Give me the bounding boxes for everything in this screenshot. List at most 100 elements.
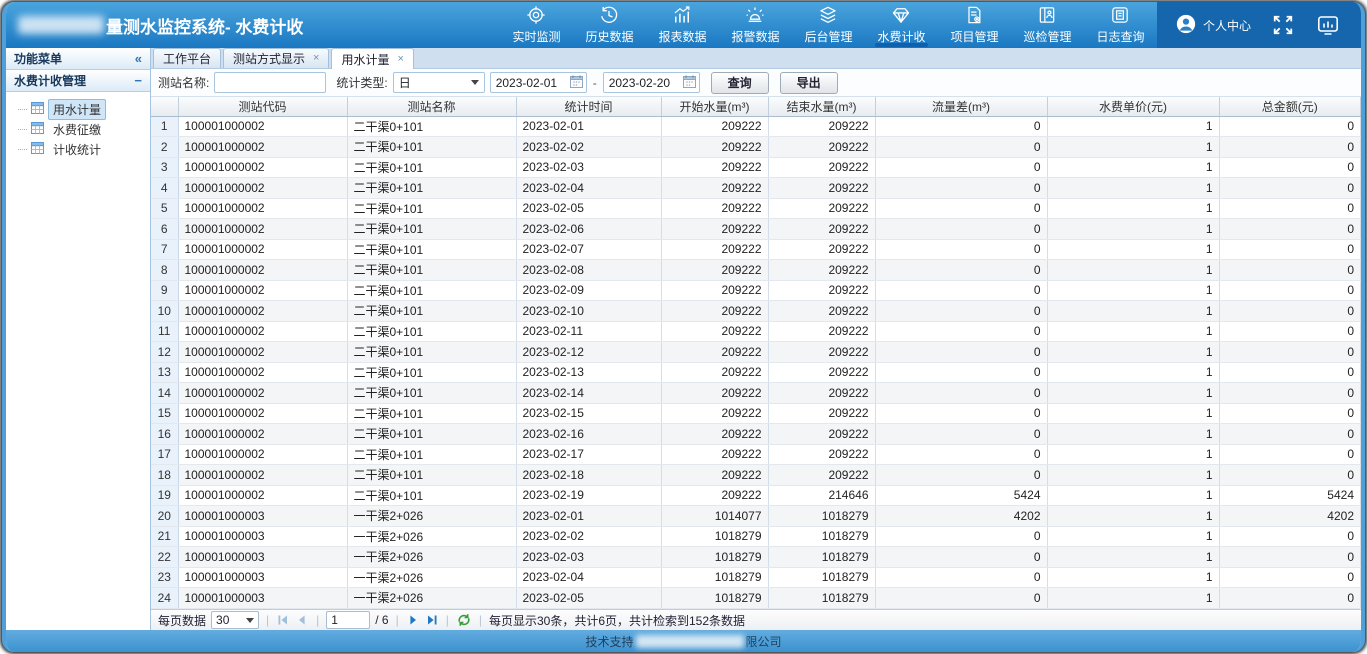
tab-station-display[interactable]: 测站方式显示 ×: [223, 48, 329, 68]
cell: 100001000002: [178, 403, 347, 424]
nav-item-admin[interactable]: 后台管理: [792, 2, 865, 48]
table-row[interactable]: 17100001000002二干渠0+1012023-02-1720922220…: [151, 444, 1361, 465]
nav-item-water-fee[interactable]: 水费计收: [865, 2, 938, 48]
cell: 100001000002: [178, 116, 347, 137]
close-icon[interactable]: ×: [397, 54, 403, 65]
table-row[interactable]: 15100001000002二干渠0+1012023-02-1520922220…: [151, 403, 1361, 424]
nav-item-inspection[interactable]: 巡检管理: [1011, 2, 1084, 48]
cell: 0: [1219, 526, 1361, 547]
page-size-select[interactable]: 30: [211, 611, 259, 629]
column-header[interactable]: 结束水量(m³): [768, 97, 875, 116]
table-row[interactable]: 11100001000002二干渠0+1012023-02-1120922220…: [151, 321, 1361, 342]
table-row[interactable]: 3100001000002二干渠0+1012023-02-03209222209…: [151, 157, 1361, 178]
table-row[interactable]: 19100001000002二干渠0+1012023-02-1920922221…: [151, 485, 1361, 506]
sidebar-collapse-icon[interactable]: «: [135, 52, 142, 65]
cell: 1: [1047, 526, 1219, 547]
dashboard-monitor-icon[interactable]: [1315, 13, 1341, 37]
search-button[interactable]: 查询: [711, 72, 769, 94]
cell: 1018279: [768, 547, 875, 568]
cell: 0: [875, 403, 1047, 424]
close-icon[interactable]: ×: [313, 53, 319, 64]
table-row[interactable]: 12100001000002二干渠0+1012023-02-1220922220…: [151, 342, 1361, 363]
cell: 1: [1047, 239, 1219, 260]
column-header[interactable]: [151, 97, 178, 116]
cell: 0: [875, 321, 1047, 342]
cell: 5424: [875, 485, 1047, 506]
cell: 1: [1047, 424, 1219, 445]
table-row[interactable]: 16100001000002二干渠0+1012023-02-1620922220…: [151, 424, 1361, 445]
diamond-icon: [891, 5, 911, 25]
table-row[interactable]: 1100001000002二干渠0+1012023-02-01209222209…: [151, 116, 1361, 137]
cell: 1: [1047, 280, 1219, 301]
table-row[interactable]: 18100001000002二干渠0+1012023-02-1820922220…: [151, 465, 1361, 486]
nav-item-reports[interactable]: 报表数据: [646, 2, 719, 48]
table-row[interactable]: 21100001000003一干渠2+0262023-02-0210182791…: [151, 526, 1361, 547]
calendar-icon: [570, 75, 583, 91]
cell: 1018279: [768, 588, 875, 609]
table-row[interactable]: 14100001000002二干渠0+1012023-02-1420922220…: [151, 383, 1361, 404]
table-row[interactable]: 4100001000002二干渠0+1012023-02-04209222209…: [151, 178, 1361, 199]
divider: |: [314, 613, 321, 627]
station-name-input[interactable]: [214, 72, 326, 93]
cell: 209222: [661, 301, 768, 322]
column-header[interactable]: 统计时间: [516, 97, 661, 116]
cell: 一干渠2+026: [347, 567, 516, 588]
column-header[interactable]: 测站名称: [347, 97, 516, 116]
table-row[interactable]: 23100001000003一干渠2+0262023-02-0410182791…: [151, 567, 1361, 588]
stat-type-select[interactable]: 日: [393, 72, 485, 93]
page-number-input[interactable]: [326, 611, 370, 629]
cell: 0: [1219, 137, 1361, 158]
collapse-minus-icon[interactable]: −: [134, 74, 142, 87]
table-row[interactable]: 5100001000002二干渠0+1012023-02-05209222209…: [151, 198, 1361, 219]
table-row[interactable]: 2100001000002二干渠0+1012023-02-02209222209…: [151, 137, 1361, 158]
table-row[interactable]: 13100001000002二干渠0+1012023-02-1320922220…: [151, 362, 1361, 383]
column-header[interactable]: 开始水量(m³): [661, 97, 768, 116]
cell: 1: [1047, 219, 1219, 240]
table-row[interactable]: 9100001000002二干渠0+1012023-02-09209222209…: [151, 280, 1361, 301]
column-header[interactable]: 流量差(m³): [875, 97, 1047, 116]
column-header[interactable]: 测站代码: [178, 97, 347, 116]
sidebar-item-fee-collection[interactable]: 水费征缴: [18, 119, 148, 139]
refresh-icon[interactable]: [456, 613, 472, 627]
tab-workbench[interactable]: 工作平台: [153, 48, 221, 68]
cell: 2023-02-14: [516, 383, 661, 404]
date-to-input[interactable]: 2023-02-20: [603, 72, 700, 93]
table-row[interactable]: 22100001000003一干渠2+0262023-02-0310182791…: [151, 547, 1361, 568]
cell: 0: [875, 260, 1047, 281]
table-row[interactable]: 6100001000002二干渠0+1012023-02-06209222209…: [151, 219, 1361, 240]
column-header[interactable]: 水费单价(元): [1047, 97, 1219, 116]
nav-item-realtime[interactable]: 实时监测: [500, 2, 573, 48]
sidebar-menu-header: 功能菜单 «: [6, 48, 150, 70]
nav-item-projects[interactable]: 项目管理: [938, 2, 1011, 48]
table-row[interactable]: 20100001000003一干渠2+0262023-02-0110140771…: [151, 506, 1361, 527]
cell: 209222: [661, 157, 768, 178]
pagination-bar: 每页数据 30 | | / 6 | |: [151, 609, 1361, 630]
nav-item-history[interactable]: 历史数据: [573, 2, 646, 48]
cell: 100001000002: [178, 260, 347, 281]
fullscreen-icon[interactable]: [1271, 14, 1295, 36]
cell: 2023-02-17: [516, 444, 661, 465]
first-page-icon[interactable]: [276, 614, 290, 626]
sidebar-item-water-metering[interactable]: 用水计量: [18, 99, 148, 119]
user-center-button[interactable]: 个人中心: [1175, 13, 1251, 38]
export-button[interactable]: 导出: [780, 72, 838, 94]
prev-page-icon[interactable]: [295, 614, 309, 626]
cell: 2023-02-10: [516, 301, 661, 322]
table-grid-icon: [31, 102, 44, 117]
table-row[interactable]: 7100001000002二干渠0+1012023-02-07209222209…: [151, 239, 1361, 260]
column-header[interactable]: 总金额(元): [1219, 97, 1361, 116]
nav-item-logs[interactable]: 日志查询: [1084, 2, 1157, 48]
table-row[interactable]: 8100001000002二干渠0+1012023-02-08209222209…: [151, 260, 1361, 281]
table-row[interactable]: 10100001000002二干渠0+1012023-02-1020922220…: [151, 301, 1361, 322]
cell: 0: [1219, 547, 1361, 568]
sidebar-group-header[interactable]: 水费计收管理 −: [6, 70, 150, 92]
last-page-icon[interactable]: [425, 614, 439, 626]
nav-label: 水费计收: [877, 28, 925, 45]
tab-water-metering[interactable]: 用水计量 ×: [331, 48, 413, 69]
date-from-input[interactable]: 2023-02-01: [490, 72, 587, 93]
next-page-icon[interactable]: [406, 614, 420, 626]
table-row[interactable]: 24100001000003一干渠2+0262023-02-0510182791…: [151, 588, 1361, 609]
nav-item-alarms[interactable]: 报警数据: [719, 2, 792, 48]
sidebar-item-statistics[interactable]: 计收统计: [18, 139, 148, 159]
cell: 100001000002: [178, 280, 347, 301]
